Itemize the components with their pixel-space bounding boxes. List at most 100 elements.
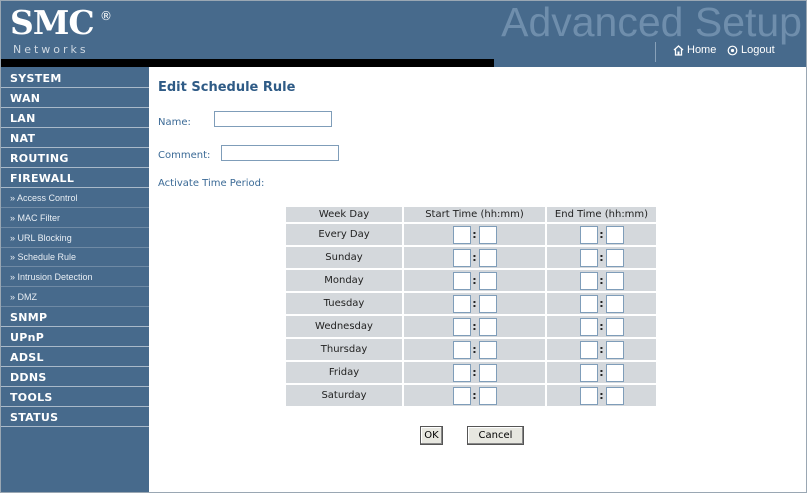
logo-subtitle: Networks [13,43,89,56]
cancel-button[interactable]: Cancel [467,426,524,445]
sidebar-item-lan[interactable]: LAN [1,109,149,128]
row-day-label: Friday [286,362,402,383]
end-time-cell: : [547,270,656,291]
sidebar-item-nat[interactable]: NAT [1,129,149,148]
time-colon: : [472,251,477,264]
time-colon: : [472,297,477,310]
time-colon: : [599,320,604,333]
logout-icon [727,45,738,55]
start-hour-input[interactable] [452,225,471,244]
end-hour-input[interactable] [579,386,598,405]
end-minute-input[interactable] [605,317,624,336]
start-time-cell: : [404,362,545,383]
row-day-label: Thursday [286,339,402,360]
end-hour-input[interactable] [579,271,598,290]
table-row: Tuesday : : [286,293,656,314]
start-minute-input[interactable] [478,248,497,267]
sidebar-item-routing[interactable]: ROUTING [1,149,149,168]
time-colon: : [472,320,477,333]
logo-registered-mark: ® [100,9,112,23]
row-day-label: Every Day [286,224,402,245]
activate-time-period-label: Activate Time Period: [158,178,265,189]
start-time-cell: : [404,316,545,337]
time-colon: : [599,343,604,356]
home-label: Home [687,44,717,56]
end-minute-input[interactable] [605,248,624,267]
time-colon: : [472,343,477,356]
start-minute-input[interactable] [478,294,497,313]
start-time-cell: : [404,385,545,406]
table-row: Saturday : : [286,385,656,406]
sidebar-subitem-url-blocking[interactable]: » URL Blocking [1,229,149,248]
sidebar-item-firewall[interactable]: FIREWALL [1,169,149,188]
start-minute-input[interactable] [478,386,497,405]
time-colon: : [472,274,477,287]
table-row: Every Day : : [286,224,656,245]
header-start-time: Start Time (hh:mm) [404,207,545,222]
end-time-cell: : [547,339,656,360]
sidebar-subitem-access-control[interactable]: » Access Control [1,189,149,208]
header-end-time: End Time (hh:mm) [547,207,656,222]
logo-text: SMC [10,3,95,42]
home-link[interactable]: Home [673,44,716,56]
header-title: Advanced Setup [501,0,802,45]
sidebar-item-tools[interactable]: TOOLS [1,388,149,407]
end-minute-input[interactable] [605,386,624,405]
sidebar-item-wan[interactable]: WAN [1,89,149,108]
start-hour-input[interactable] [452,294,471,313]
table-row: Sunday : : [286,247,656,268]
end-minute-input[interactable] [605,271,624,290]
start-minute-input[interactable] [478,340,497,359]
sidebar-subitem-schedule-rule[interactable]: » Schedule Rule [1,248,149,267]
sidebar-item-upnp[interactable]: UPnP [1,328,149,347]
smc-logo: SMC ® Networks [7,3,145,57]
start-time-cell: : [404,224,545,245]
start-hour-input[interactable] [452,271,471,290]
time-colon: : [472,389,477,402]
start-minute-input[interactable] [478,225,497,244]
start-hour-input[interactable] [452,386,471,405]
header-week-day: Week Day [286,207,402,222]
sidebar-subitem-mac-filter[interactable]: » MAC Filter [1,209,149,228]
name-input[interactable] [214,111,332,127]
end-hour-input[interactable] [579,294,598,313]
start-minute-input[interactable] [478,317,497,336]
row-day-label: Monday [286,270,402,291]
end-minute-input[interactable] [605,363,624,382]
end-hour-input[interactable] [579,340,598,359]
start-minute-input[interactable] [478,363,497,382]
start-hour-input[interactable] [452,248,471,267]
sidebar-item-adsl[interactable]: ADSL [1,348,149,367]
sidebar-item-ddns[interactable]: DDNS [1,368,149,387]
row-day-label: Tuesday [286,293,402,314]
sidebar-item-system[interactable]: SYSTEM [1,69,149,88]
end-minute-input[interactable] [605,294,624,313]
end-hour-input[interactable] [579,317,598,336]
ok-button[interactable]: OK [420,426,443,445]
end-hour-input[interactable] [579,248,598,267]
end-time-cell: : [547,224,656,245]
end-minute-input[interactable] [605,225,624,244]
end-hour-input[interactable] [579,225,598,244]
home-icon [673,44,684,56]
end-hour-input[interactable] [579,363,598,382]
sidebar-item-status[interactable]: STATUS [1,408,149,427]
end-time-cell: : [547,247,656,268]
start-hour-input[interactable] [452,363,471,382]
time-colon: : [472,228,477,241]
sidebar-subitem-dmz[interactable]: » DMZ [1,288,149,307]
end-time-cell: : [547,316,656,337]
end-minute-input[interactable] [605,340,624,359]
start-hour-input[interactable] [452,317,471,336]
sidebar-subitem-intrusion-detection[interactable]: » Intrusion Detection [1,268,149,287]
time-colon: : [599,297,604,310]
start-time-cell: : [404,270,545,291]
name-label: Name: [158,117,191,128]
logout-link[interactable]: Logout [727,44,775,56]
start-minute-input[interactable] [478,271,497,290]
sidebar-item-snmp[interactable]: SNMP [1,308,149,327]
page-frame: SMC ® Networks Advanced Setup Home Logou… [0,0,807,493]
end-time-cell: : [547,362,656,383]
start-hour-input[interactable] [452,340,471,359]
comment-input[interactable] [221,145,339,161]
